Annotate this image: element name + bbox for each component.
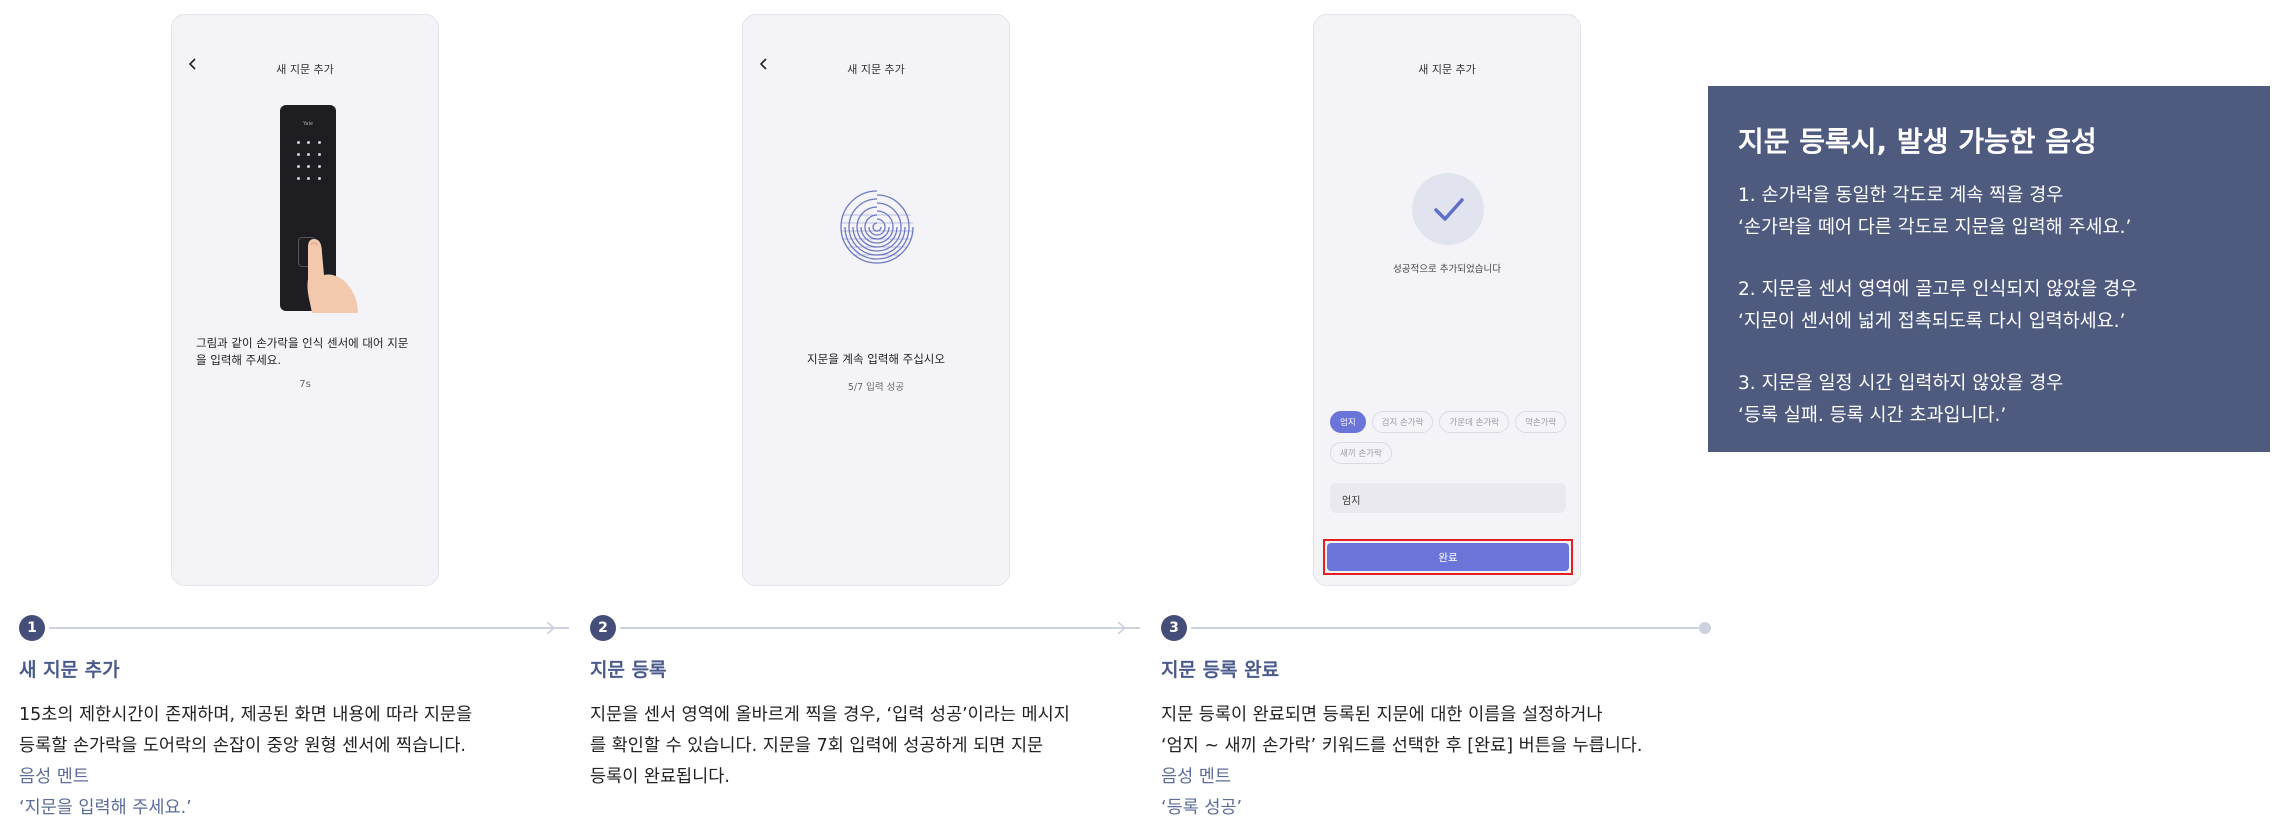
chip-little-finger[interactable]: 새끼 손가락: [1330, 442, 1392, 464]
chevron-right-icon: [546, 621, 556, 635]
voice-case-2: 2. 지문을 센서 영역에 골고루 인식되지 않았을 경우 ‘지문이 센서에 넓…: [1738, 274, 2240, 338]
step-number-badge: 1: [19, 615, 45, 641]
chip-ring-finger[interactable]: 약손가락: [1515, 411, 1567, 433]
step-indicator-1: 1: [19, 615, 569, 641]
step-description-2: 지문을 센서 영역에 올바르게 찍을 경우, ‘입력 성공’이라는 메시지 를 …: [590, 700, 1130, 793]
voice-case-1: 1. 손가락을 동일한 각도로 계속 찍을 경우 ‘손가락을 떼어 다른 각도로…: [1738, 180, 2240, 244]
phone-screen-register-fingerprint: 새 지문 추가 지문을 계속 입력해 주십시오 5/7 입력 성공: [742, 14, 1010, 586]
step-end-dot: [1699, 622, 1711, 634]
chip-middle-finger[interactable]: 가운데 손가락: [1439, 411, 1510, 433]
case-condition: 2. 지문을 센서 영역에 골고루 인식되지 않았을 경우: [1738, 279, 2138, 300]
voice-prompt-text: ‘등록 성공’: [1161, 798, 1243, 818]
case-condition: 3. 지문을 일정 시간 입력하지 않았을 경우: [1738, 373, 2064, 394]
step-title-3: 지문 등록 완료: [1161, 659, 1280, 681]
lock-keypad: [293, 141, 325, 180]
step-title-1: 새 지문 추가: [19, 659, 120, 681]
desc-line: 지문을 센서 영역에 올바르게 찍을 경우, ‘입력 성공’이라는 메시지: [590, 705, 1070, 725]
desc-line: 지문 등록이 완료되면 등록된 지문에 대한 이름을 설정하거나: [1161, 705, 1603, 725]
step-connector-line: [49, 627, 569, 629]
desc-line: 15초의 제한시간이 존재하며, 제공된 화면 내용에 따라 지문을: [19, 705, 473, 725]
success-message: 성공적으로 추가되었습니다: [1393, 264, 1501, 275]
voice-prompt-text: ‘지문을 입력해 주세요.’: [19, 798, 192, 818]
voice-prompt-label: 음성 멘트: [19, 767, 89, 787]
case-condition: 1. 손가락을 동일한 각도로 계속 찍을 경우: [1738, 185, 2064, 206]
desc-line: ‘엄지 ~ 새끼 손가락’ 키워드를 선택한 후 [완료] 버튼을 누릅니다.: [1161, 736, 1643, 756]
step-number-badge: 2: [590, 615, 616, 641]
case-message: ‘지문이 센서에 넓게 접촉되도록 다시 입력하세요.’: [1738, 311, 2126, 332]
step-connector-line: [620, 627, 1140, 629]
step-indicator-3: 3: [1161, 615, 1711, 641]
case-message: ‘등록 실패. 등록 시간 초과입니다.’: [1738, 405, 2007, 426]
step-title-2: 지문 등록: [590, 659, 667, 681]
fingerprint-icon: [840, 190, 914, 264]
done-button-highlight: 완료: [1323, 539, 1573, 575]
finger-image: [307, 239, 358, 313]
phone-screen-add-fingerprint: 새 지문 추가 Yale 그림과 같이 손가락을 인식 센서에 대어 지문을 입…: [171, 14, 439, 586]
step-description-3: 지문 등록이 완료되면 등록된 지문에 대한 이름을 설정하거나 ‘엄지 ~ 새…: [1161, 700, 1721, 824]
done-button[interactable]: 완료: [1327, 543, 1569, 571]
lock-brand-logo: Yale: [303, 121, 313, 127]
screen-title: 새 지문 추가: [276, 63, 334, 76]
desc-line: 등록이 완료됩니다.: [590, 767, 730, 787]
screen-title: 새 지문 추가: [1418, 63, 1476, 76]
countdown-timer: 7s: [299, 379, 311, 390]
fingerprint-name-input[interactable]: 엄지: [1330, 483, 1566, 513]
instruction-text: 지문을 계속 입력해 주십시오: [807, 352, 945, 366]
instruction-text: 그림과 같이 손가락을 인식 센서에 대어 지문을 입력해 주세요.: [196, 336, 409, 367]
voice-prompt-label: 음성 멘트: [1161, 767, 1231, 787]
screen-title: 새 지문 추가: [847, 63, 905, 76]
voice-case-3: 3. 지문을 일정 시간 입력하지 않았을 경우 ‘등록 실패. 등록 시간 초…: [1738, 368, 2240, 432]
phone-screen-registration-complete: 새 지문 추가 성공적으로 추가되었습니다 엄지 검지 손가락 가운데 손가락 …: [1313, 14, 1581, 586]
voice-messages-panel: 지문 등록시, 발생 가능한 음성 1. 손가락을 동일한 각도로 계속 찍을 …: [1708, 86, 2270, 452]
success-check-icon: [1412, 173, 1484, 245]
chip-thumb[interactable]: 엄지: [1330, 411, 1366, 433]
step-connector-line: [1191, 627, 1711, 629]
step-number-badge: 3: [1161, 615, 1187, 641]
step-description-1: 15초의 제한시간이 존재하며, 제공된 화면 내용에 따라 지문을 등록할 손…: [19, 700, 559, 824]
progress-text: 5/7 입력 성공: [847, 382, 905, 393]
step-indicator-2: 2: [590, 615, 1140, 641]
desc-line: 등록할 손가락을 도어락의 손잡이 중앙 원형 센서에 찍습니다.: [19, 736, 467, 756]
desc-line: 를 확인할 수 있습니다. 지문을 7회 입력에 성공하게 되면 지문: [590, 736, 1044, 756]
panel-title: 지문 등록시, 발생 가능한 음성: [1738, 125, 2097, 158]
chip-index-finger[interactable]: 검지 손가락: [1371, 411, 1434, 433]
chevron-right-icon: [1117, 621, 1127, 635]
case-message: ‘손가락을 떼어 다른 각도로 지문을 입력해 주세요.’: [1738, 217, 2132, 238]
finger-chip-group: 엄지 검지 손가락 가운데 손가락 약손가락 새끼 손가락: [1330, 411, 1570, 464]
